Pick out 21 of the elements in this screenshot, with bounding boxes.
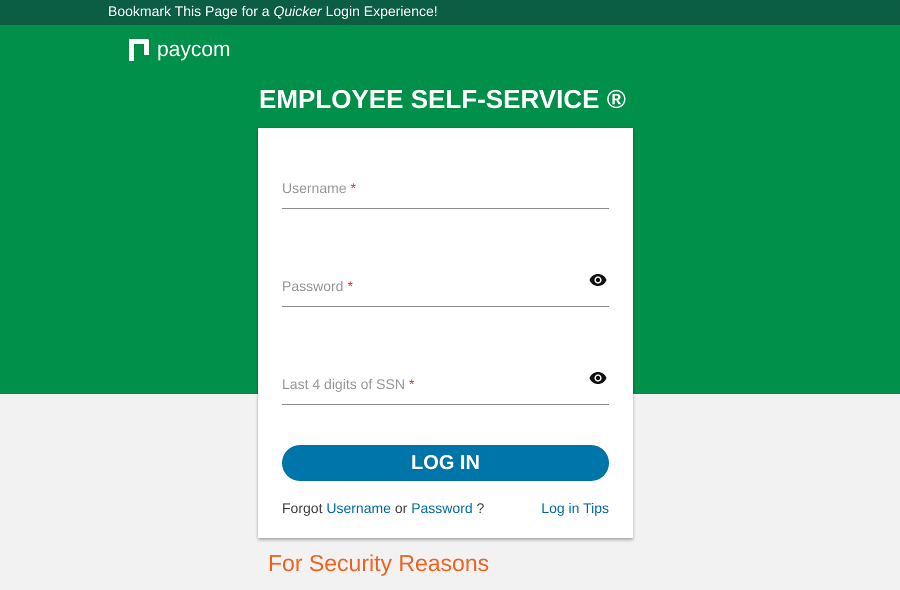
- eye-icon[interactable]: [589, 274, 607, 286]
- required-mark: *: [350, 180, 356, 196]
- logo-icon: [127, 38, 151, 62]
- field-label: Username: [282, 180, 347, 196]
- input-field[interactable]: Username *: [282, 170, 609, 209]
- page-title: EMPLOYEE SELF-SERVICE ®: [259, 83, 627, 115]
- username-link[interactable]: Username: [326, 500, 391, 516]
- password-link[interactable]: Password: [411, 500, 473, 516]
- input-field[interactable]: Last 4 digits of SSN *: [282, 366, 609, 405]
- logo-text: paycom: [157, 38, 231, 62]
- security-heading: For Security Reasons: [268, 550, 490, 577]
- field-label: Last 4 digits of SSN: [282, 376, 405, 392]
- login-tips-link[interactable]: Log in Tips: [541, 500, 609, 516]
- required-mark: *: [347, 278, 353, 294]
- field-label: Password: [282, 278, 344, 294]
- forgot-text: Forgot Username or Password ?: [282, 500, 484, 516]
- login-button[interactable]: LOG IN: [282, 445, 609, 481]
- input-field[interactable]: Password *: [282, 268, 609, 307]
- eye-icon[interactable]: [589, 372, 607, 384]
- banner-text: Bookmark This Page for a Quicker Login Experience!: [108, 3, 438, 19]
- required-mark: *: [408, 376, 414, 392]
